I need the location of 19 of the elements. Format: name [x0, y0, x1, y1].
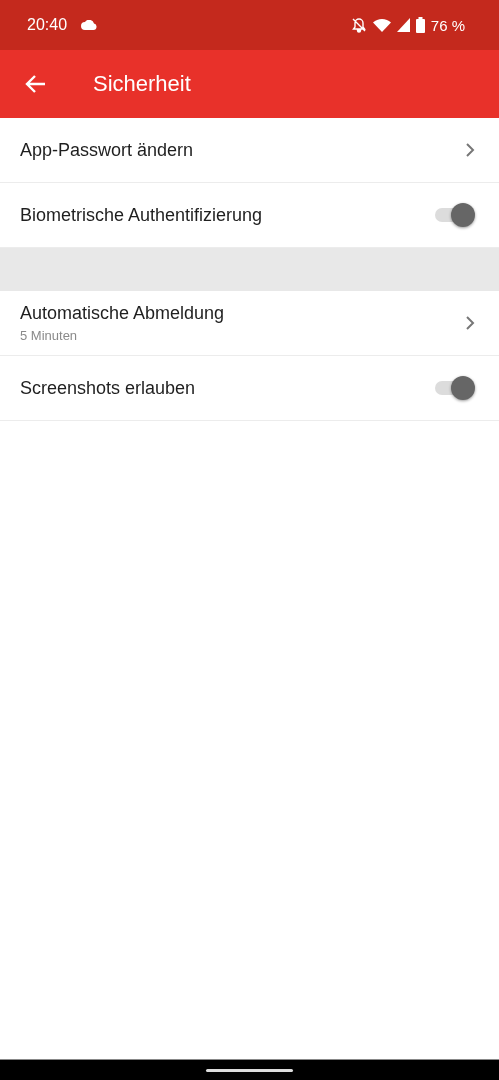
chevron-icon	[465, 315, 475, 331]
back-arrow-icon	[24, 74, 46, 94]
clock: 20:40	[27, 16, 68, 34]
chevron-icon	[465, 142, 475, 158]
signal-icon	[396, 18, 410, 32]
settings-row[interactable]: App-Passwort ändern	[0, 118, 499, 183]
setting-label: App-Passwort ändern	[20, 139, 195, 161]
battery-icon	[415, 17, 425, 33]
screen-title: Sicherheit	[93, 71, 191, 97]
setting-summary: 5 Minuten	[20, 328, 79, 343]
wifi-icon	[372, 18, 391, 32]
cloud-icon	[81, 20, 98, 30]
muted-bell-icon	[350, 17, 367, 33]
battery-percentage: 76 %	[430, 16, 465, 34]
settings-row[interactable]: Automatische Abmeldung 5 Minuten	[0, 291, 499, 356]
setting-label: Automatische Abmeldung	[20, 303, 226, 324]
setting-label: Biometrische Authentifizierung	[20, 204, 264, 226]
home-handle[interactable]	[206, 1068, 293, 1072]
setting-label: Screenshots erlauben	[20, 377, 197, 399]
